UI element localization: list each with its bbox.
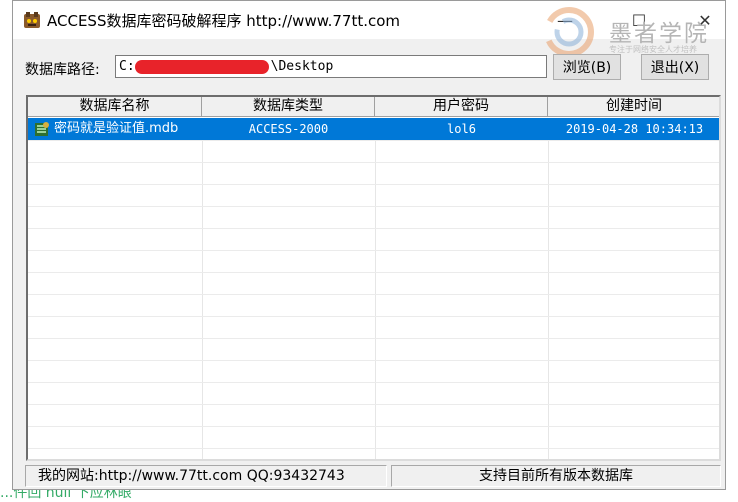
table-header: 数据库名称 数据库类型 用户密码 创建时间	[28, 97, 719, 117]
window-title: ACCESS数据库密码破解程序 http://www.77tt.com	[47, 12, 401, 30]
cell-type: ACCESS-2000	[248, 122, 329, 136]
column-header-name[interactable]: 数据库名称	[28, 97, 202, 117]
watermark-logo-icon	[544, 7, 594, 57]
grid-line	[28, 294, 719, 295]
cell-name: 密码就是验证值.mdb	[54, 121, 179, 136]
app-icon	[24, 12, 40, 28]
grid-line	[28, 140, 719, 141]
grid-line	[28, 426, 719, 427]
grid-line	[28, 250, 719, 251]
grid-line	[28, 338, 719, 339]
grid-line	[28, 404, 719, 405]
column-header-type[interactable]: 数据库类型	[202, 97, 375, 117]
column-header-password[interactable]: 用户密码	[375, 97, 548, 117]
grid-line	[28, 316, 719, 317]
database-table: 数据库名称 数据库类型 用户密码 创建时间 密码就是验证值.mdb ACCESS…	[26, 95, 721, 461]
status-support: 支持目前所有版本数据库	[391, 465, 721, 487]
table-row[interactable]: 密码就是验证值.mdb ACCESS-2000 lol6 2019-04-28 …	[28, 118, 719, 140]
grid-line	[202, 118, 203, 459]
grid-line	[28, 228, 719, 229]
exit-button[interactable]: 退出(X)	[641, 54, 709, 80]
grid-line	[28, 448, 719, 449]
watermark-text: 墨者学院	[609, 21, 709, 47]
app-window: ACCESS数据库密码破解程序 http://www.77tt.com — ☐ …	[12, 0, 726, 490]
cell-created: 2019-04-28 10:34:13	[565, 122, 704, 136]
grid-line	[28, 162, 719, 163]
grid-line	[28, 272, 719, 273]
grid-line	[548, 118, 549, 459]
redaction-mark	[134, 59, 269, 74]
watermark: 墨者学院 专注于网络安全人才培养	[537, 4, 727, 60]
grid-line	[375, 118, 376, 459]
status-website: 我的网站:http://www.77tt.com QQ:93432743	[25, 465, 387, 487]
cell-password: lol6	[447, 122, 476, 136]
path-prefix: C:	[119, 59, 135, 74]
grid-line	[28, 184, 719, 185]
path-suffix: \Desktop	[270, 59, 334, 74]
path-label: 数据库路径:	[25, 62, 100, 78]
grid-line	[28, 360, 719, 361]
grid-line	[28, 382, 719, 383]
column-header-created[interactable]: 创建时间	[548, 97, 719, 117]
path-input[interactable]: C: \Desktop	[115, 55, 547, 78]
browse-button[interactable]: 浏览(B)	[553, 54, 621, 80]
grid-line	[28, 206, 719, 207]
